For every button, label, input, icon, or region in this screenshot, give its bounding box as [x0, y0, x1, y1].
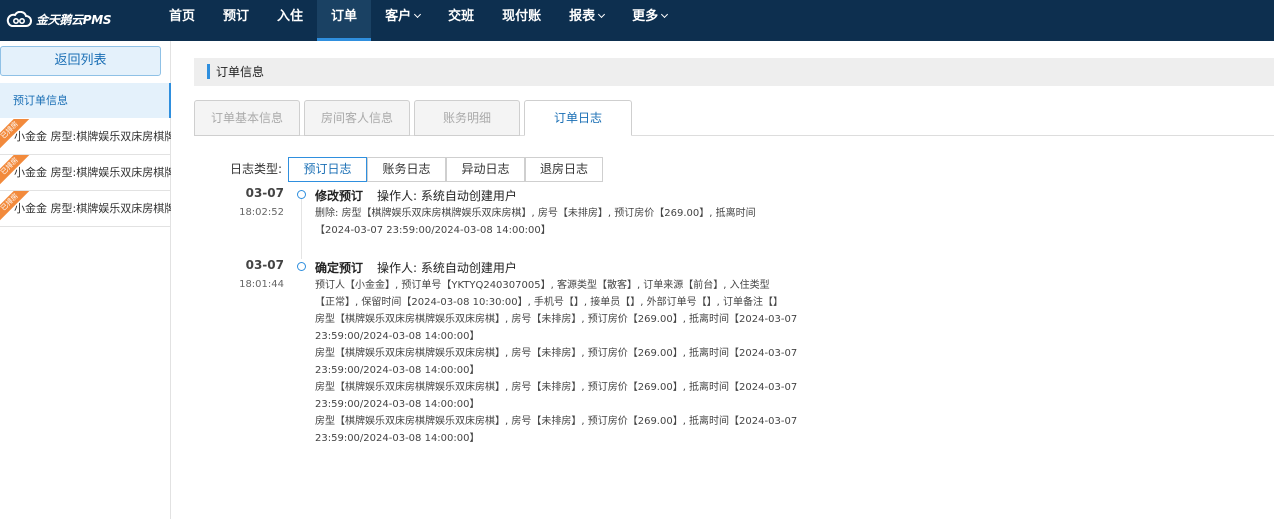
log-entry-detail-line: 【正常】, 保留时间【2024-03-08 10:30:00】, 手机号【】, … — [315, 297, 783, 308]
section-accent-bar — [207, 64, 210, 79]
log-entry-detail-line: 房型【棋牌娱乐双床房棋牌娱乐双床房棋】, 房号【未排房】, 预订房价【269.0… — [315, 382, 798, 393]
nav-item-3[interactable]: 订单 — [317, 0, 372, 41]
nav-item-label: 入住 — [277, 9, 304, 24]
log-type-2[interactable]: 异动日志 — [446, 157, 525, 182]
log-entry-detail-line: 房型【棋牌娱乐双床房棋牌娱乐双床房棋】, 房号【未排房】, 预订房价【269.0… — [315, 416, 798, 427]
log-entry-title: 修改预订 操作人: 系统自动创建用户 — [315, 187, 517, 204]
nav-item-label: 订单 — [331, 9, 358, 24]
timeline-dot-icon — [297, 190, 306, 199]
main-nav: 首页 预订 入住 订单 客户 交班 现付账 报表 更多 — [155, 0, 681, 41]
log-entry-detail-line: 预订人【小金金】, 预订单号【YKTYQ240307005】, 客源类型【散客】… — [315, 280, 770, 291]
guest-list-item[interactable]: 已排房小金金 房型:棋牌娱乐双床房棋牌娱乐双床房棋 — [0, 119, 171, 155]
log-entry-operator: 操作人: 系统自动创建用户 — [377, 261, 517, 275]
guest-list-item[interactable]: 已排房小金金 房型:棋牌娱乐双床房棋牌娱乐双床房棋 — [0, 155, 171, 191]
nav-item-6[interactable]: 现付账 — [488, 0, 555, 41]
nav-item-label: 报表 — [569, 9, 596, 24]
main-content: 订单信息 订单基本信息 房间客人信息 账务明细 订单日志 日志类型: 预订日志 账务日志… — [171, 41, 1274, 519]
nav-item-label: 预订 — [223, 9, 250, 24]
section-title: 订单信息 — [216, 65, 265, 79]
app-logo-text: 金天鹅云PMS — [36, 12, 112, 27]
nav-item-label: 客户 — [385, 9, 412, 24]
log-entry-detail-line: 删除: 房型【棋牌娱乐双床房棋牌娱乐双床房棋】, 房号【未排房】, 预订房价【2… — [315, 208, 756, 219]
app-logo[interactable]: 金天鹅云PMS — [6, 9, 112, 29]
log-entry-operator: 操作人: 系统自动创建用户 — [377, 189, 517, 203]
tab-0[interactable]: 订单基本信息 — [194, 100, 300, 136]
back-to-list-button[interactable]: 返回列表 — [0, 46, 161, 76]
chevron-down-icon — [598, 10, 606, 19]
log-entry-detail-line: 【2024-03-07 23:59:00/2024-03-08 14:00:00… — [315, 225, 551, 236]
chevron-down-icon — [414, 10, 422, 19]
log-entry-action: 确定预订 — [315, 261, 364, 275]
log-type-label: 日志类型: — [230, 162, 283, 176]
tab-2[interactable]: 账务明细 — [414, 100, 520, 136]
nav-item-8[interactable]: 更多 — [618, 0, 681, 41]
section-header: 订单信息 — [194, 58, 1274, 86]
sidebar-item-pre-order-info[interactable]: 预订单信息 — [0, 83, 171, 118]
log-type-1[interactable]: 账务日志 — [367, 157, 446, 182]
nav-item-7[interactable]: 报表 — [555, 0, 618, 41]
log-entry-time: 18:01:44 — [239, 279, 284, 290]
log-entry-action: 修改预订 — [315, 189, 364, 203]
order-sidebar: 返回列表 预订单信息 已排房小金金 房型:棋牌娱乐双床房棋牌娱乐双床房棋已排房小… — [0, 41, 171, 519]
log-type-3[interactable]: 退房日志 — [525, 157, 603, 182]
log-entry-time: 18:02:52 — [239, 207, 284, 218]
nav-item-5[interactable]: 交班 — [434, 0, 488, 41]
log-type-0[interactable]: 预订日志 — [288, 157, 367, 182]
tab-1[interactable]: 房间客人信息 — [304, 100, 410, 136]
cloud-logo-icon — [6, 11, 32, 27]
top-nav-bar: 金天鹅云PMS 首页 预订 入住 订单 客户 交班 现付账 报表 更多 — [0, 0, 1274, 41]
nav-item-label: 更多 — [632, 9, 659, 24]
timeline-dot-icon — [297, 262, 306, 271]
log-entry-title: 确定预订 操作人: 系统自动创建用户 — [315, 259, 517, 276]
nav-item-label: 首页 — [169, 9, 196, 24]
log-entry-date: 03-07 — [245, 258, 284, 272]
nav-item-1[interactable]: 预订 — [209, 0, 263, 41]
log-entry-date: 03-07 — [245, 186, 284, 200]
timeline-line — [301, 199, 302, 259]
nav-item-label: 现付账 — [502, 9, 542, 24]
tab-3[interactable]: 订单日志 — [524, 100, 632, 136]
nav-item-0[interactable]: 首页 — [155, 0, 209, 41]
guest-item-text: 小金金 房型:棋牌娱乐双床房棋牌娱乐双床房棋 — [14, 166, 171, 179]
log-entry-detail-line: 房型【棋牌娱乐双床房棋牌娱乐双床房棋】, 房号【未排房】, 预订房价【269.0… — [315, 348, 798, 359]
guest-item-text: 小金金 房型:棋牌娱乐双床房棋牌娱乐双床房棋 — [14, 130, 171, 143]
guest-list-item[interactable]: 已排房小金金 房型:棋牌娱乐双床房棋牌娱乐双床房棋 — [0, 191, 171, 227]
chevron-down-icon — [661, 10, 669, 19]
log-entry-detail-line: 房型【棋牌娱乐双床房棋牌娱乐双床房棋】, 房号【未排房】, 预订房价【269.0… — [315, 314, 798, 325]
guest-item-text: 小金金 房型:棋牌娱乐双床房棋牌娱乐双床房棋 — [14, 202, 171, 215]
log-entry-detail-line: 23:59:00/2024-03-08 14:00:00】 — [315, 433, 480, 444]
nav-item-4[interactable]: 客户 — [371, 0, 434, 41]
nav-item-2[interactable]: 入住 — [263, 0, 317, 41]
log-entry-detail-line: 23:59:00/2024-03-08 14:00:00】 — [315, 399, 480, 410]
log-entry-detail-line: 23:59:00/2024-03-08 14:00:00】 — [315, 365, 480, 376]
log-entry-detail-line: 23:59:00/2024-03-08 14:00:00】 — [315, 331, 480, 342]
nav-item-label: 交班 — [448, 9, 475, 24]
